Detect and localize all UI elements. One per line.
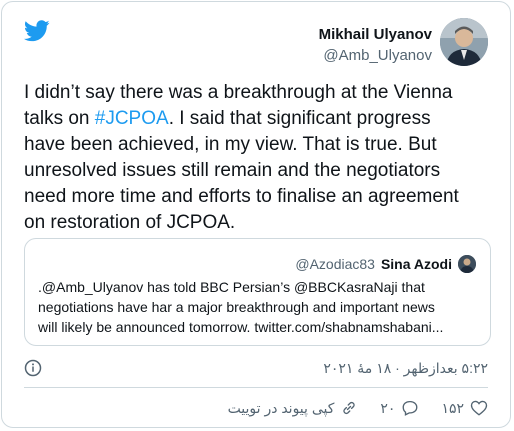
quote-author-avatar (458, 255, 476, 273)
copy-link-label: کپی پیوند در توییت (227, 399, 335, 416)
tweet-author[interactable]: Mikhail Ulyanov @Amb_Ulyanov (319, 26, 432, 66)
person-avatar-icon (458, 255, 476, 273)
author-handle[interactable]: @Amb_Ulyanov (319, 46, 432, 66)
person-avatar-icon (440, 18, 488, 66)
quoted-tweet[interactable]: @Azodiac83 Sina Azodi .@Amb_Ulyanov has … (24, 238, 491, 346)
info-icon[interactable] (24, 359, 42, 377)
tweet-card: Mikhail Ulyanov @Amb_Ulyanov I didn’t sa… (1, 1, 511, 428)
like-count: ۱۵۲ (441, 399, 464, 416)
divider (24, 387, 488, 388)
tweet-text: I didn’t say there was a breakthrough at… (24, 80, 494, 236)
hashtag-link[interactable]: #JCPOA (95, 108, 169, 129)
tweet-actions: ۱۵۲ ۲۰ کپی پیوند در توییت (228, 399, 488, 417)
author-avatar[interactable] (440, 18, 488, 66)
quote-author-handle: @Azodiac83 (295, 256, 375, 272)
reply-count: ۲۰ (380, 399, 396, 416)
tweet-timestamp[interactable]: ۵:۲۲ بعدازظهر · ۱۸ مهٔ ۲۰۲۱ (323, 360, 488, 377)
copy-link-button[interactable]: کپی پیوند در توییت (228, 399, 359, 417)
twitter-bird-icon[interactable] (24, 20, 50, 42)
link-icon (343, 401, 356, 415)
quote-author-name: Sina Azodi (380, 256, 452, 272)
reply-button[interactable]: ۲۰ (380, 399, 419, 417)
quote-header: @Azodiac83 Sina Azodi (295, 255, 476, 273)
reply-bubble-icon (403, 400, 418, 416)
author-name[interactable]: Mikhail Ulyanov (319, 26, 432, 44)
quote-text: .@Amb_Ulyanov has told BBC Persian’s @BB… (38, 279, 444, 335)
like-button[interactable]: ۱۵۲ (441, 399, 488, 417)
heart-icon (470, 400, 488, 416)
